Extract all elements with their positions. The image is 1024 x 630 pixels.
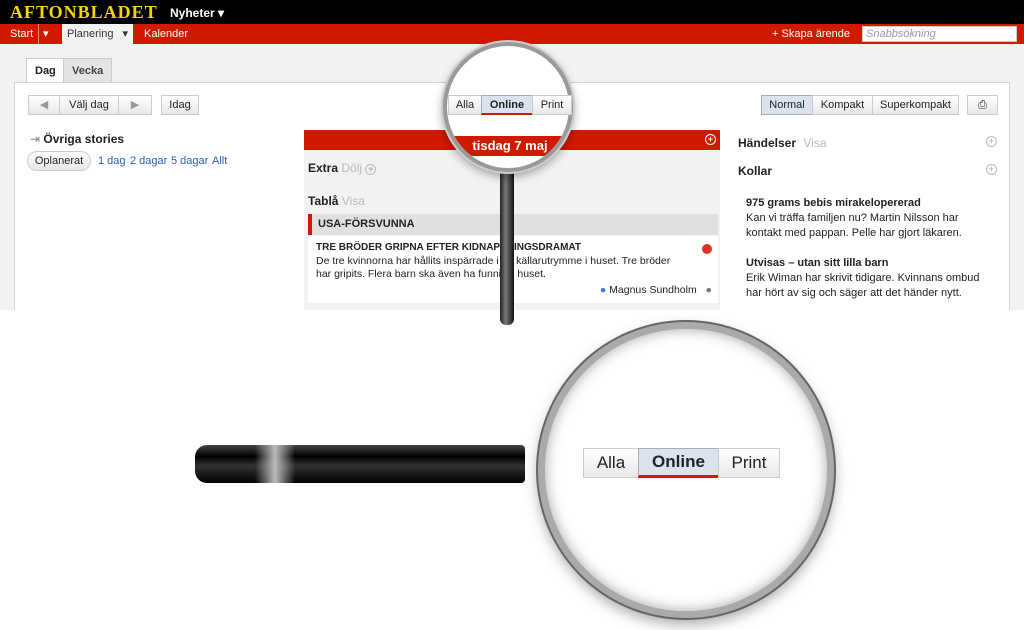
prev-day-button[interactable]: ◀ — [28, 95, 60, 115]
magnifier-handle — [500, 165, 514, 325]
range-1-dag[interactable]: 1 dag — [98, 155, 126, 167]
filter-alla-magnified: Alla — [583, 448, 639, 478]
filter-print-magnified: Print — [718, 448, 780, 478]
other-stories-heading: ⇥ Övriga stories — [30, 132, 124, 146]
filter-print[interactable]: Print — [532, 95, 572, 115]
aftonbladet-logo[interactable]: AFTONBLADET — [10, 2, 158, 23]
tabla-label: Tablå — [308, 194, 339, 208]
extra-heading: Extra Dölj + — [308, 161, 377, 175]
plus-icon: + — [772, 28, 779, 40]
chevron-down-icon: ▾ — [218, 6, 225, 20]
range-5-dagar[interactable]: 5 dagar — [171, 155, 208, 167]
tabla-heading: Tablå Visa — [308, 194, 365, 208]
show-events-link[interactable]: Visa — [803, 136, 826, 150]
nav-bar: Start ▾ Planering ▾ Kalender + Skapa äre… — [0, 24, 1024, 44]
export-icon: ⇥ — [30, 132, 41, 146]
add-icon[interactable]: + — [365, 164, 377, 175]
add-icon[interactable]: + — [705, 134, 716, 145]
density-normal-selected[interactable]: Normal — [761, 95, 813, 115]
create-issue-button[interactable]: + Skapa ärende — [772, 24, 850, 44]
author-name: Magnus Sundholm — [609, 284, 697, 296]
add-icon[interactable]: + — [986, 164, 997, 175]
unplanned-button[interactable]: Oplanerat — [27, 151, 91, 171]
density-kompakt[interactable]: Kompakt — [812, 95, 873, 115]
events-heading: Händelser Visa — [738, 136, 827, 150]
tab-dag[interactable]: Dag — [26, 58, 65, 82]
hide-extra-link[interactable]: Dölj — [341, 161, 362, 175]
nav-planering-label: Planering — [67, 28, 114, 40]
globe-icon: ● — [705, 284, 712, 296]
day-title-magnified: tisdag 7 maj — [472, 138, 548, 153]
chevron-left-icon: ◀ — [39, 99, 49, 111]
check-title: Utvisas – utan sitt lilla barn — [746, 257, 889, 269]
print-button[interactable]: ⎙ — [967, 95, 998, 115]
user-icon: ● — [599, 284, 607, 296]
check-body: Kan vi träffa familjen nu? Martin Nilsso… — [746, 212, 962, 239]
quick-search-input[interactable]: Snabbsökning — [862, 26, 1017, 42]
nav-kalender[interactable]: Kalender — [144, 24, 188, 44]
check-title: 975 grams bebis mirakelopererad — [746, 197, 921, 209]
chevron-down-icon[interactable]: ▾ — [38, 24, 49, 44]
events-label: Händelser — [738, 136, 797, 150]
story-author[interactable]: ● Magnus Sundholm ● — [600, 284, 712, 296]
section-label: Nyheter — [170, 6, 215, 20]
printer-icon: ⎙ — [978, 99, 987, 111]
chevron-right-icon: ▶ — [130, 99, 140, 111]
extra-label: Extra — [308, 161, 339, 175]
section-dropdown[interactable]: Nyheter ▾ — [170, 6, 224, 20]
story-title: TRE BRÖDER GRIPNA EFTER KIDNAPPNINGSDRAM… — [316, 242, 582, 253]
chevron-down-icon: ▾ — [122, 28, 129, 40]
choose-day-button[interactable]: Välj dag — [59, 95, 119, 115]
story-body: De tre kvinnorna har hållits inspärrade … — [316, 255, 671, 280]
check-item[interactable]: 975 grams bebis mirakelopererad Kan vi t… — [746, 196, 996, 241]
show-tabla-link[interactable]: Visa — [342, 194, 365, 208]
tab-vecka[interactable]: Vecka — [63, 58, 113, 82]
next-day-button[interactable]: ▶ — [118, 95, 152, 115]
magnifier-handle — [195, 445, 525, 483]
range-2-dagar[interactable]: 2 dagar — [130, 155, 167, 167]
status-dot-icon — [702, 244, 712, 254]
check-item[interactable]: Utvisas – utan sitt lilla barn Erik Wima… — [746, 256, 996, 301]
top-bar: AFTONBLADET Nyheter ▾ — [0, 0, 1024, 24]
checks-heading: Kollar — [738, 164, 773, 178]
check-body: Erik Wiman har skrivit tidigare. Kvinnan… — [746, 272, 980, 299]
range-allt[interactable]: Allt — [212, 155, 227, 167]
nav-start[interactable]: Start — [10, 24, 33, 44]
add-icon[interactable]: + — [986, 136, 997, 147]
today-button[interactable]: Idag — [161, 95, 199, 115]
density-superkompakt[interactable]: Superkompakt — [872, 95, 959, 115]
filter-alla[interactable]: Alla — [448, 95, 482, 115]
filter-online[interactable]: Online — [481, 95, 533, 115]
filter-online-magnified: Online — [638, 448, 719, 478]
create-issue-label: Skapa ärende — [781, 28, 851, 40]
other-stories-title: Övriga stories — [43, 132, 125, 146]
nav-planering[interactable]: Planering ▾ — [62, 24, 133, 44]
